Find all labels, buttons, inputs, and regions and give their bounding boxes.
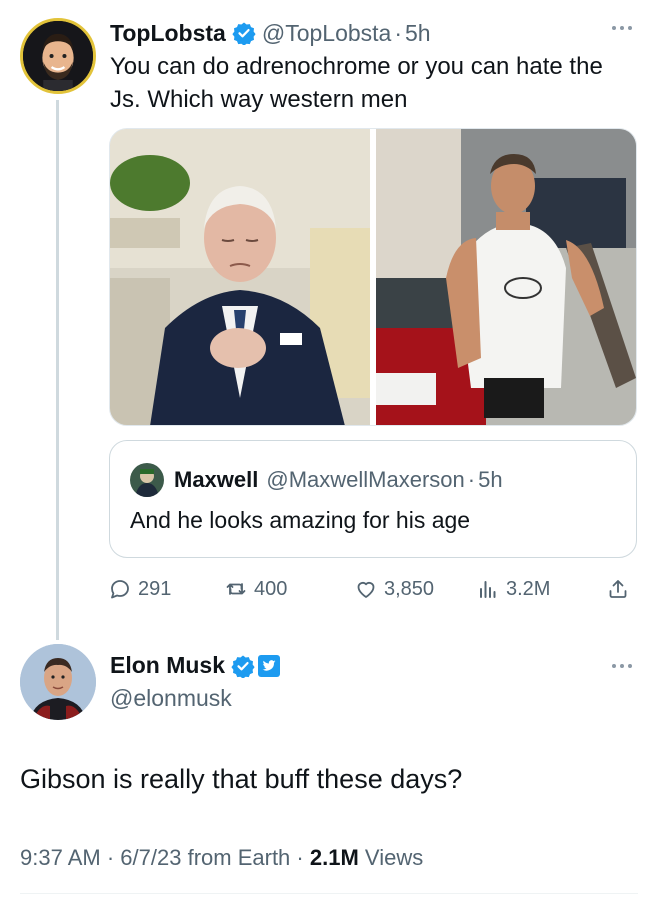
- retweet-icon: [226, 583, 246, 595]
- thread-connector-line: [56, 100, 59, 640]
- reply-button[interactable]: 291: [108, 574, 171, 604]
- separator-dot: ·: [106, 845, 121, 870]
- like-count: 3,850: [384, 577, 435, 600]
- verified-badge-icon: [231, 655, 255, 678]
- separator-dot: ·: [394, 19, 403, 46]
- author-name[interactable]: TopLobsta: [110, 20, 226, 47]
- more-horizontal-icon[interactable]: [612, 664, 632, 668]
- retweet-button[interactable]: 400: [224, 574, 287, 604]
- author-handle[interactable]: @TopLobsta: [262, 20, 392, 47]
- reply-text: Gibson is really that buff these days?: [20, 764, 463, 794]
- separator-dot: ·: [296, 845, 310, 870]
- toplobsta-avatar[interactable]: [20, 18, 96, 94]
- share-icon: [609, 580, 627, 598]
- quote-text: And he looks amazing for his age: [130, 507, 471, 533]
- reply-views-label: Views: [364, 845, 424, 870]
- quote-author-name[interactable]: Maxwell: [174, 467, 258, 493]
- views-count: 3.2M: [506, 577, 551, 600]
- share-button[interactable]: [606, 574, 630, 604]
- reply-time[interactable]: 9:37 AM: [20, 845, 101, 870]
- reply-date[interactable]: 6/7/23: [120, 845, 181, 870]
- verified-badge-icon: [232, 22, 256, 45]
- media-image-left[interactable]: [110, 129, 370, 425]
- tweet-actions-bar: 291 400 3,850 3.2M: [108, 574, 638, 604]
- more-horizontal-icon[interactable]: [612, 26, 632, 30]
- reply-author-name[interactable]: Elon Musk: [110, 652, 225, 679]
- divider: [20, 893, 638, 894]
- views-bar-chart-icon: [480, 581, 496, 598]
- heart-icon: [357, 581, 375, 598]
- reply-author-handle[interactable]: @elonmusk: [110, 685, 232, 712]
- reply-source: from Earth: [187, 845, 291, 870]
- views-button[interactable]: 3.2M: [476, 574, 550, 604]
- quote-author-handle[interactable]: @MaxwellMaxerson: [266, 467, 464, 493]
- separator-dot: ·: [467, 467, 476, 492]
- reply-views-count: 2.1M: [309, 845, 359, 870]
- reply-count: 291: [138, 577, 172, 600]
- twitter-affiliate-badge-icon: [258, 654, 281, 677]
- reply-icon: [111, 580, 129, 599]
- quoted-tweet[interactable]: Maxwell @MaxwellMaxerson · 5h And he loo…: [109, 440, 637, 558]
- maxwell-avatar[interactable]: [130, 463, 164, 497]
- like-button[interactable]: 3,850: [354, 574, 434, 604]
- tweet-media-grid: [109, 128, 637, 426]
- tweet-age[interactable]: 5h: [405, 20, 431, 47]
- reply-header: Elon Musk: [110, 652, 281, 679]
- elonmusk-avatar[interactable]: [20, 644, 96, 720]
- retweet-count: 400: [254, 577, 288, 600]
- tweet-header: TopLobsta @TopLobsta · 5h: [110, 16, 634, 50]
- quote-header: Maxwell @MaxwellMaxerson · 5h: [130, 463, 503, 497]
- reply-metadata: 9:37 AM · 6/7/23 from Earth · 2.1M Views: [20, 845, 423, 871]
- quote-age[interactable]: 5h: [478, 467, 502, 493]
- media-image-right[interactable]: [376, 129, 636, 425]
- tweet-text: You can do adrenochrome or you can hate …: [110, 53, 603, 113]
